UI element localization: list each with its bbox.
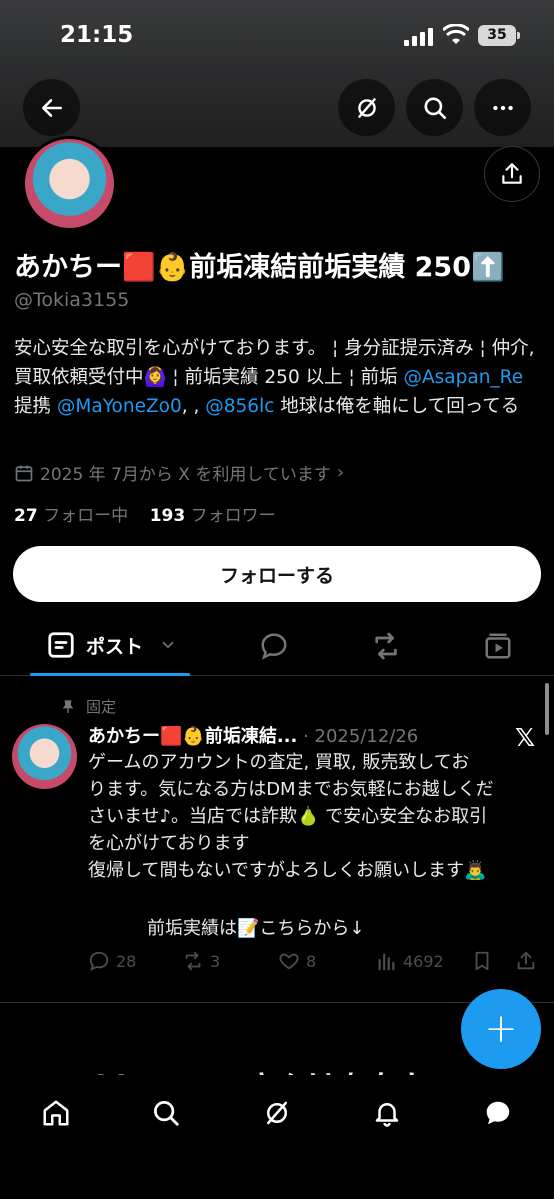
- share-icon: [502, 163, 522, 184]
- reply-count: 28: [116, 951, 137, 971]
- tab-media[interactable]: [482, 630, 514, 662]
- reply-button[interactable]: 28: [88, 950, 136, 972]
- bookmark-button[interactable]: [471, 950, 493, 972]
- reply-icon: [89, 951, 109, 972]
- views-icon: [378, 953, 395, 971]
- post-line: ゲームのアカウントの査定, 買取, 販売致してお: [88, 752, 470, 773]
- more-icon: [492, 105, 513, 110]
- scrollbar[interactable]: [545, 683, 549, 735]
- joined-text: 2025 年 7月から X を利用しています: [40, 465, 331, 485]
- post-line: 復帰して間もないですがよろしくお願いします🙇‍♂️: [88, 860, 487, 881]
- bio-mention-link[interactable]: @Asapan_Re: [404, 367, 524, 388]
- profile-bio: 安心安全な取引を心がけております。 ¦ 身分証提示済み ¦ 仲介, 買取依頼受付…: [14, 334, 540, 421]
- repost-icon: [375, 632, 397, 660]
- nav-notifications[interactable]: [367, 1093, 407, 1133]
- bio-text: 提携: [14, 396, 57, 417]
- profile-handle: @Tokia3155: [14, 289, 130, 311]
- back-arrow-icon: [41, 98, 62, 117]
- nav-grok[interactable]: [257, 1093, 297, 1133]
- repost-icon: [185, 951, 201, 971]
- calendar-icon: [15, 465, 33, 481]
- views-button[interactable]: 4692: [375, 950, 444, 972]
- chevron-right-icon: ›: [336, 462, 345, 483]
- nav-home[interactable]: [36, 1093, 76, 1133]
- repost-button[interactable]: 3: [182, 950, 220, 972]
- back-button[interactable]: [23, 79, 80, 136]
- joined-date[interactable]: 2025 年 7月から X を利用しています ›: [14, 460, 344, 485]
- bio-text: 地球は俺を軸にして回ってる: [274, 396, 520, 417]
- post-line: ります。気になる方はDMまでお気軽にお越しくだ: [88, 779, 494, 800]
- heart-icon: [279, 953, 299, 970]
- pinned-indicator: 固定: [60, 696, 116, 717]
- bell-icon: [375, 1103, 399, 1127]
- followers-link[interactable]: 193 フォロワー: [150, 506, 276, 526]
- plus-icon: +: [484, 1006, 518, 1052]
- share-icon: [517, 951, 535, 970]
- nav-messages[interactable]: [478, 1093, 518, 1133]
- follow-button[interactable]: フォローする: [13, 546, 541, 602]
- search-icon: [154, 1101, 179, 1126]
- pinned-label: 固定: [86, 698, 117, 716]
- reply-icon: [261, 633, 287, 660]
- media-icon: [485, 633, 511, 659]
- bottom-nav: [0, 1075, 554, 1199]
- tab-posts[interactable]: ポスト: [46, 630, 177, 660]
- home-icon: [43, 1100, 69, 1126]
- bio-mention-link[interactable]: @MaYoneZo0: [57, 396, 182, 417]
- tab-replies[interactable]: [258, 630, 290, 662]
- view-count: 4692: [403, 951, 444, 971]
- profile-avatar[interactable]: [22, 136, 117, 231]
- profile-banner: [0, 75, 554, 147]
- compose-button[interactable]: +: [461, 989, 541, 1069]
- profile-display-name: あかちー🟥👶前垢凍結前垢実績 250⬆️: [14, 252, 505, 283]
- follow-stats: 27 フォロー中 193 フォロワー: [14, 501, 276, 526]
- share-button[interactable]: [484, 146, 540, 202]
- chevron-down-icon: [162, 641, 174, 649]
- search-button[interactable]: [406, 79, 463, 136]
- more-button[interactable]: [474, 79, 531, 136]
- share-post-button[interactable]: [515, 950, 537, 972]
- bio-mention-link[interactable]: @856lc: [205, 396, 274, 417]
- like-button[interactable]: 8: [278, 950, 316, 972]
- battery-indicator: 35: [478, 25, 520, 46]
- nav-search[interactable]: [146, 1093, 186, 1133]
- profile-tabs: ポスト: [0, 618, 554, 676]
- post-date: · 2025/12/26: [297, 726, 419, 747]
- pin-icon: [62, 699, 74, 713]
- message-icon: [486, 1101, 510, 1125]
- status-time: 21:15: [60, 22, 134, 48]
- post-header: あかちー🟥👶前垢凍結... · 2025/12/26: [88, 722, 418, 748]
- following-link[interactable]: 27 フォロー中: [14, 506, 128, 526]
- post-center-line: 前垢実績は📝こちらから↓: [147, 918, 365, 939]
- post-line: さいませ♪。当店では詐欺🍐 で安心安全なお取引: [88, 806, 488, 827]
- grok-icon: [357, 97, 376, 118]
- grok-icon: [267, 1101, 287, 1125]
- tab-reposts[interactable]: [370, 630, 402, 662]
- post-actions: 28 3 8 4692: [88, 950, 540, 978]
- bio-text: , ,: [181, 396, 206, 417]
- wifi-icon: [443, 24, 469, 44]
- status-bar: 21:15 35: [0, 0, 554, 75]
- grok-button[interactable]: [338, 79, 395, 136]
- search-icon: [423, 96, 446, 119]
- post-body[interactable]: ゲームのアカウントの査定, 買取, 販売致してお ります。気になる方はDMまでお…: [88, 749, 540, 884]
- post-author-name[interactable]: あかちー🟥👶前垢凍結...: [88, 726, 297, 747]
- tab-posts-label: ポスト: [86, 635, 144, 658]
- signal-icon: [404, 28, 433, 46]
- repost-count: 3: [210, 951, 221, 971]
- x-logo-icon: 𝕏: [515, 723, 536, 752]
- tab-active-indicator: [30, 673, 190, 676]
- like-count: 8: [306, 951, 317, 971]
- bookmark-icon: [475, 951, 489, 971]
- post-avatar[interactable]: [12, 724, 77, 789]
- posts-icon: [48, 632, 74, 658]
- post-line: を心がけております: [88, 833, 250, 854]
